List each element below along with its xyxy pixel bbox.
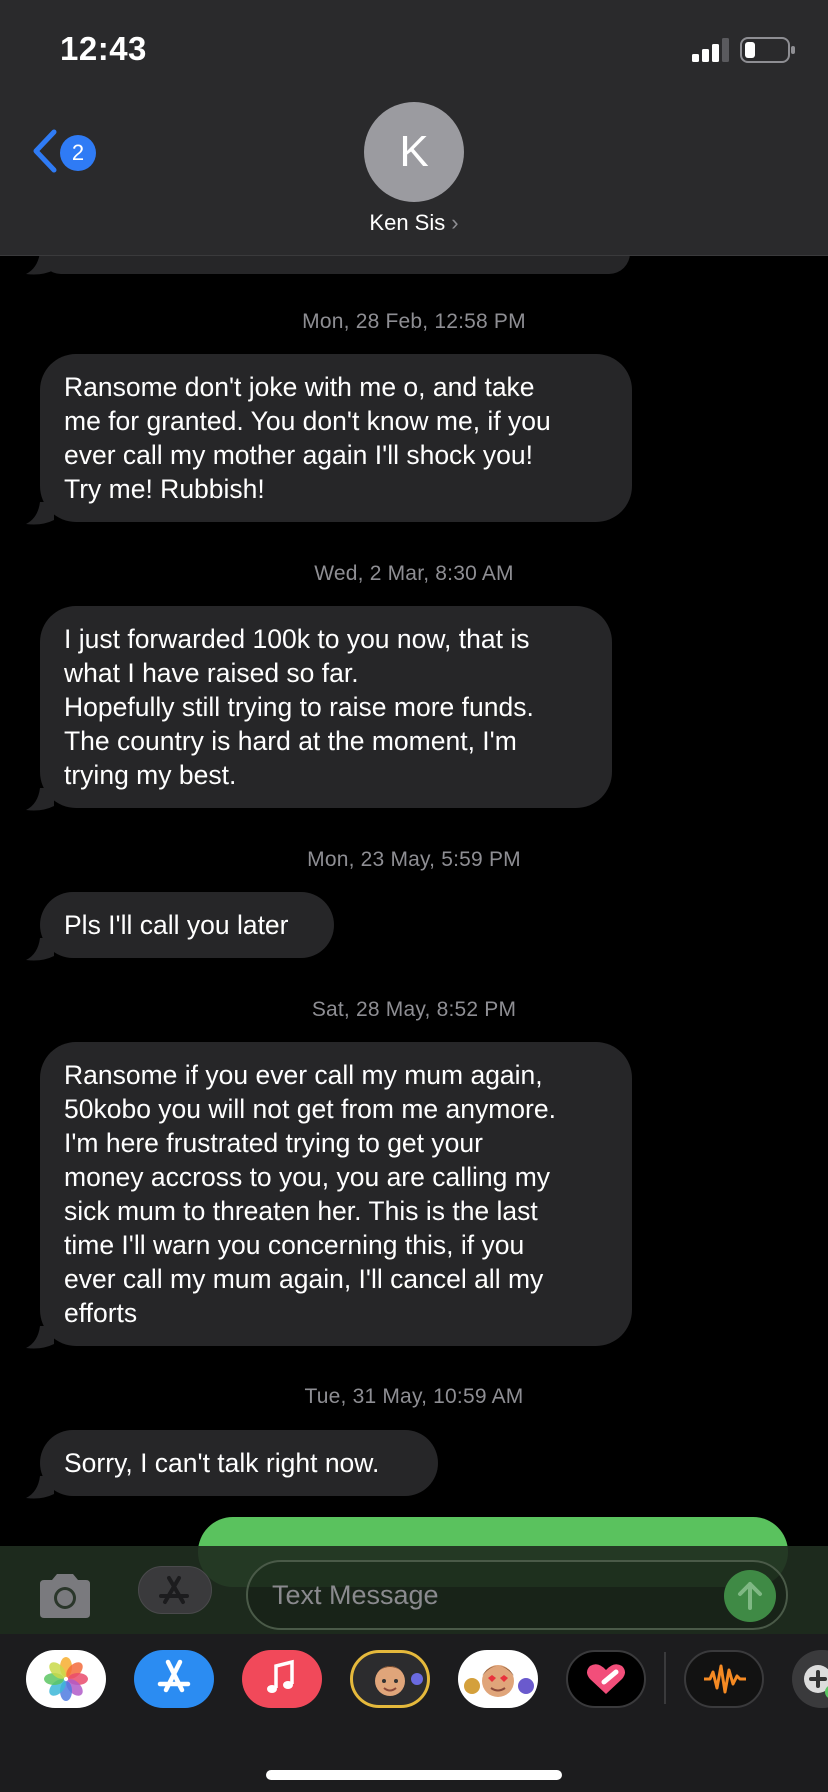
battery-icon xyxy=(740,37,795,63)
app-store-icon[interactable] xyxy=(134,1650,214,1708)
incoming-message-bubble[interactable]: Pls I'll call you later xyxy=(40,892,334,958)
incoming-message-bubble[interactable]: I just forwarded 100k to you now, that i… xyxy=(40,606,612,808)
bubble-tail xyxy=(26,502,54,525)
music-icon[interactable] xyxy=(242,1650,322,1708)
chevron-right-icon: › xyxy=(451,210,459,235)
app-store-icon xyxy=(159,1576,189,1604)
message-input-field[interactable] xyxy=(246,1560,788,1630)
contact-name: Ken Sis xyxy=(369,210,446,235)
memoji-stickers-icon[interactable] xyxy=(350,1650,430,1708)
status-time: 12:43 xyxy=(60,30,147,67)
bubble-tail xyxy=(26,1326,54,1349)
incoming-message-bubble[interactable]: Ransome if you ever call my mum again, 5… xyxy=(40,1042,632,1346)
partial-app-icon[interactable] xyxy=(792,1650,828,1708)
message-list[interactable]: Mon, 28 Feb, 12:58 PM Ransome don't joke… xyxy=(0,0,828,1792)
contact-avatar[interactable]: K xyxy=(364,102,464,202)
contact-name-button[interactable]: Ken Sis › xyxy=(0,210,828,236)
message-timestamp: Wed, 2 Mar, 8:30 AM xyxy=(314,562,514,585)
app-store-button[interactable] xyxy=(138,1566,212,1614)
bubble-tail xyxy=(26,788,54,811)
message-timestamp: Sat, 28 May, 8:52 PM xyxy=(311,998,517,1021)
photos-icon[interactable] xyxy=(26,1650,106,1708)
message-input[interactable] xyxy=(272,1562,692,1628)
home-indicator[interactable] xyxy=(266,1770,562,1780)
imessage-app-drawer xyxy=(0,1634,828,1792)
audiomack-icon[interactable] xyxy=(684,1650,764,1708)
cellular-signal-icon xyxy=(692,38,729,62)
message-timestamp: Mon, 23 May, 5:59 PM xyxy=(307,848,521,871)
message-timestamp: Tue, 31 May, 10:59 AM xyxy=(304,1385,524,1408)
camera-icon[interactable] xyxy=(34,1572,96,1620)
unread-count-badge: 2 xyxy=(60,135,96,171)
chevron-left-icon xyxy=(33,129,57,173)
bubble-tail xyxy=(26,938,54,961)
send-button[interactable] xyxy=(724,1570,776,1622)
conversation-header: 12:43 2 K Ken Sis › xyxy=(0,0,828,256)
bubble-tail xyxy=(26,1476,54,1499)
drawer-divider xyxy=(664,1652,666,1704)
compose-bar xyxy=(0,1546,828,1634)
incoming-message-bubble[interactable]: Ransome don't joke with me o, and take m… xyxy=(40,354,632,522)
digital-touch-icon[interactable] xyxy=(566,1650,646,1708)
back-button[interactable]: 2 xyxy=(30,124,102,180)
incoming-message-bubble[interactable]: Sorry, I can't talk right now. xyxy=(40,1430,438,1496)
arrow-up-icon xyxy=(738,1582,762,1610)
message-timestamp: Mon, 28 Feb, 12:58 PM xyxy=(302,310,526,333)
memoji-icon[interactable] xyxy=(458,1650,538,1708)
